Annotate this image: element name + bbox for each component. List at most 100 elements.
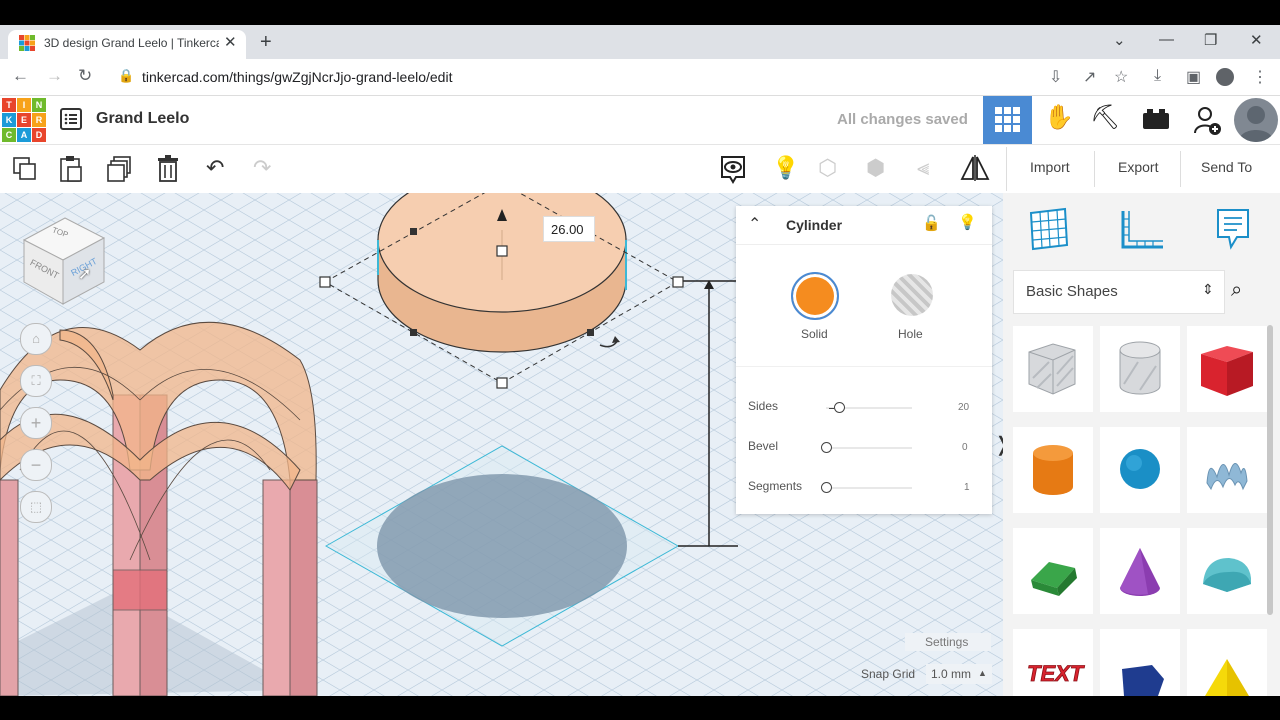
- logo-letter: T: [2, 98, 16, 112]
- back-icon[interactable]: ←: [12, 66, 29, 86]
- ungroup-icon[interactable]: ⬢: [866, 155, 885, 181]
- logo-letter: K: [2, 113, 16, 127]
- user-avatar[interactable]: [1234, 98, 1278, 142]
- zoom-in-icon[interactable]: +: [20, 407, 52, 439]
- profile-icon[interactable]: [1216, 68, 1234, 86]
- bevel-slider-thumb[interactable]: [821, 442, 832, 453]
- lock-icon: 🔒: [118, 68, 135, 83]
- close-window-icon[interactable]: ✕: [1250, 31, 1263, 49]
- redo-icon[interactable]: ↷: [253, 155, 271, 181]
- address-bar[interactable]: tinkercad.com/things/gwZgjNcrJjo-grand-l…: [142, 69, 452, 85]
- logo-letter: N: [32, 98, 46, 112]
- share-icon[interactable]: ↗: [1083, 67, 1096, 87]
- snap-grid-value: 1.0 mm: [931, 667, 972, 681]
- settings-button[interactable]: Settings: [905, 633, 991, 651]
- shape-inspector: ⌃ Cylinder 🔓 💡 Solid Hole Sides 20 Bevel…: [736, 206, 992, 514]
- divider: [736, 244, 992, 245]
- mouse-cursor-icon: ➚: [78, 266, 92, 283]
- snap-grid-select[interactable]: 1.0 mm ▲: [926, 664, 992, 684]
- shape-pyramid[interactable]: [1187, 629, 1267, 696]
- ruler-icon[interactable]: [1119, 209, 1165, 251]
- tab-search-icon[interactable]: ⌄: [1113, 31, 1126, 49]
- design-list-icon[interactable]: [59, 107, 83, 131]
- solid-label: Solid: [801, 327, 828, 341]
- bevel-slider-track[interactable]: [826, 447, 912, 449]
- shape-cylinder[interactable]: [1013, 427, 1093, 513]
- library-scrollbar[interactable]: [1267, 325, 1273, 615]
- bricks-icon[interactable]: [1142, 108, 1170, 130]
- paste-icon[interactable]: [58, 155, 84, 183]
- shape-library-panel: Basic Shapes ⇕ ⌕ TEXT: [1003, 193, 1280, 696]
- search-icon[interactable]: ⌕: [1231, 279, 1242, 302]
- copy-icon[interactable]: [12, 156, 38, 182]
- shape-category-select[interactable]: Basic Shapes ⇕: [1013, 270, 1225, 314]
- dimension-input[interactable]: 26.00: [543, 216, 595, 242]
- install-icon[interactable]: ⇩: [1049, 67, 1062, 87]
- solid-button[interactable]: [791, 272, 839, 320]
- dropdown-caret-icon: ▲: [978, 668, 987, 678]
- lightbulb-icon[interactable]: 💡: [958, 213, 977, 231]
- fit-view-icon[interactable]: ⛶: [20, 365, 52, 397]
- align-icon[interactable]: ⫷: [917, 155, 929, 181]
- add-user-icon[interactable]: [1193, 105, 1223, 137]
- pickaxe-icon[interactable]: ⛏: [1090, 103, 1120, 132]
- forward-icon[interactable]: →: [46, 66, 63, 86]
- param-value-segments[interactable]: 1: [964, 482, 970, 493]
- collapse-chevron-icon[interactable]: ⌃: [748, 214, 761, 234]
- blocks-hand-icon[interactable]: ✋: [1044, 103, 1074, 132]
- 3d-view-button[interactable]: [983, 96, 1032, 144]
- shape-cone[interactable]: [1100, 528, 1180, 614]
- hole-label: Hole: [898, 327, 923, 341]
- shape-roof[interactable]: [1013, 528, 1093, 614]
- zoom-out-icon[interactable]: −: [20, 449, 52, 481]
- tinkercad-logo[interactable]: T I N K E R C A D: [2, 98, 46, 142]
- mirror-icon[interactable]: [960, 154, 990, 182]
- sides-slider-thumb[interactable]: [834, 402, 845, 413]
- shape-round-roof[interactable]: [1187, 528, 1267, 614]
- reload-icon[interactable]: ↻: [78, 66, 92, 86]
- duplicate-icon[interactable]: [106, 155, 134, 183]
- save-status: All changes saved: [837, 111, 968, 128]
- home-view-icon[interactable]: ⌂: [20, 323, 52, 355]
- segments-slider-thumb[interactable]: [821, 482, 832, 493]
- side-panel-icon[interactable]: ▣: [1186, 67, 1201, 87]
- workplane-icon[interactable]: [1029, 207, 1069, 251]
- minimize-icon[interactable]: —: [1159, 31, 1174, 48]
- divider: [736, 366, 992, 367]
- segments-slider-track[interactable]: [826, 487, 912, 489]
- group-icon[interactable]: ⬡: [818, 155, 837, 181]
- design-title[interactable]: Grand Leelo: [96, 110, 189, 128]
- hole-button[interactable]: [891, 274, 933, 316]
- shape-cylinder-hole[interactable]: [1100, 326, 1180, 412]
- shape-sphere[interactable]: [1100, 427, 1180, 513]
- shape-text[interactable]: TEXT: [1013, 629, 1093, 696]
- shape-box-hole[interactable]: [1013, 326, 1093, 412]
- shape-scribble[interactable]: [1187, 427, 1267, 513]
- param-value-sides[interactable]: 20: [958, 402, 969, 413]
- param-label-bevel: Bevel: [748, 439, 779, 453]
- import-button[interactable]: Import: [1030, 159, 1070, 175]
- restore-icon[interactable]: ❐: [1204, 31, 1217, 49]
- param-value-bevel[interactable]: 0: [962, 442, 968, 453]
- ortho-view-icon[interactable]: ⬚: [20, 491, 52, 523]
- show-all-icon[interactable]: [720, 154, 746, 184]
- export-button[interactable]: Export: [1118, 159, 1158, 175]
- undo-icon[interactable]: ↶: [206, 155, 224, 181]
- close-tab-icon[interactable]: ✕: [224, 33, 237, 51]
- lightbulb-icon[interactable]: 💡: [772, 155, 799, 181]
- lock-icon[interactable]: 🔓: [922, 214, 941, 232]
- view-cube[interactable]: TOP FRONT RIGHT: [20, 212, 110, 308]
- notes-icon[interactable]: [1215, 207, 1251, 251]
- send-to-button[interactable]: Send To: [1201, 159, 1252, 175]
- new-tab-icon[interactable]: +: [260, 31, 272, 54]
- param-label-segments: Segments: [748, 479, 803, 493]
- shape-box[interactable]: [1187, 326, 1267, 412]
- menu-dots-icon[interactable]: ⋮: [1252, 67, 1268, 87]
- downloads-icon[interactable]: ⤓: [1154, 67, 1161, 85]
- bookmark-star-icon[interactable]: ☆: [1114, 67, 1128, 87]
- shape-cube-prism[interactable]: [1100, 629, 1180, 696]
- logo-letter: E: [17, 113, 31, 127]
- logo-letter: A: [17, 128, 31, 142]
- delete-icon[interactable]: [156, 154, 180, 182]
- inspector-title: Cylinder: [786, 217, 843, 233]
